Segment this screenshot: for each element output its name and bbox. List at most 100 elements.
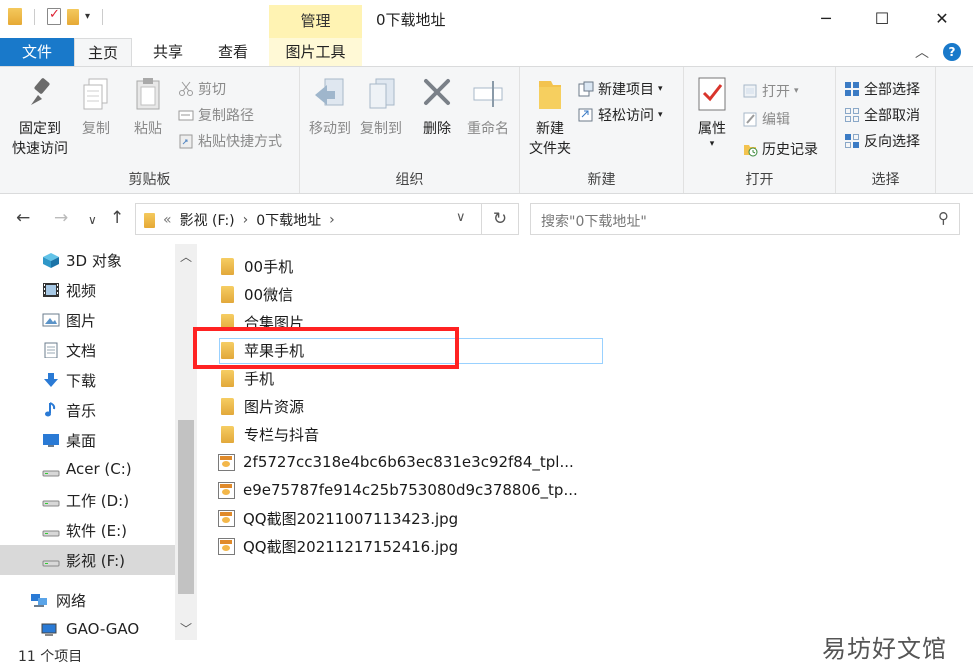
- new-folder-button[interactable]: 新建 文件夹: [526, 75, 574, 159]
- new-folder-icon[interactable]: [67, 8, 79, 25]
- nav-item-label: 音乐: [66, 402, 97, 420]
- close-button[interactable]: ✕: [913, 0, 971, 38]
- open-button[interactable]: 打开 ▾: [742, 81, 799, 101]
- scroll-up-icon[interactable]: ︿: [175, 248, 197, 265]
- tab-view[interactable]: 查看: [204, 38, 262, 66]
- tab-file[interactable]: 文件: [0, 38, 74, 66]
- file-item[interactable]: 2f5727cc318e4bc6b63ec831e3c92f84_tpl...: [218, 448, 574, 476]
- invert-selection-button[interactable]: 反向选择: [844, 131, 920, 151]
- nav-item[interactable]: 文档: [0, 335, 175, 365]
- scissors-icon: [178, 81, 194, 97]
- search-icon[interactable]: ⚲: [938, 209, 949, 227]
- new-folder-label-1: 新建: [536, 121, 564, 137]
- search-placeholder: 搜索"0下载地址": [541, 214, 647, 230]
- properties-button[interactable]: 属性 ▾: [690, 75, 734, 149]
- pin-quick-access-button[interactable]: 固定到 快速访问: [8, 75, 72, 159]
- move-to-icon: [313, 75, 347, 113]
- file-item[interactable]: e9e75787fe914c25b753080d9c378806_tp...: [218, 476, 578, 504]
- search-box[interactable]: 搜索"0下载地址" ⚲: [530, 203, 960, 235]
- nav-item[interactable]: 桌面: [0, 425, 175, 455]
- file-item[interactable]: QQ截图20211217152416.jpg: [218, 532, 458, 560]
- nav-item-label: 3D 对象: [66, 252, 122, 270]
- folder-item[interactable]: 图片资源: [218, 392, 304, 420]
- help-icon[interactable]: ?: [943, 43, 961, 61]
- delete-button[interactable]: 删除: [418, 75, 456, 139]
- customize-dropdown-icon[interactable]: ▾: [85, 11, 90, 22]
- nav-item[interactable]: 图片: [0, 305, 175, 335]
- select-none-button[interactable]: 全部取消: [844, 105, 920, 125]
- music-icon: [42, 402, 60, 418]
- nav-item[interactable]: GAO-GAO: [0, 615, 175, 645]
- copy-path-button[interactable]: 复制路径: [178, 105, 254, 125]
- nav-item[interactable]: Acer (C:): [0, 455, 175, 485]
- overflow-chevron-icon[interactable]: «: [163, 212, 172, 228]
- move-to-button[interactable]: 移动到: [306, 75, 354, 139]
- minimize-button[interactable]: ─: [797, 0, 855, 38]
- watermark: 易坊好文馆: [822, 635, 947, 663]
- up-arrow-icon[interactable]: ↑: [110, 208, 124, 228]
- nav-scrollbar[interactable]: ︿ ﹀: [175, 244, 197, 640]
- breadcrumb-drive[interactable]: 影视 (F:): [180, 210, 235, 230]
- copy-to-button[interactable]: 复制到: [356, 75, 406, 139]
- file-item[interactable]: QQ截图20211007113423.jpg: [218, 504, 458, 532]
- breadcrumb-folder[interactable]: 0下载地址: [256, 210, 321, 230]
- cut-button[interactable]: 剪切: [178, 79, 226, 99]
- nav-item[interactable]: 工作 (D:): [0, 485, 175, 515]
- recent-locations-chevron-icon[interactable]: ∨: [88, 213, 97, 227]
- delete-label: 删除: [423, 121, 451, 137]
- back-arrow-icon[interactable]: ←: [16, 208, 30, 228]
- refresh-icon[interactable]: ↻: [481, 204, 518, 234]
- paste-shortcut-label: 粘贴快捷方式: [198, 134, 282, 150]
- edit-button[interactable]: 编辑: [742, 109, 790, 129]
- tab-home[interactable]: 主页: [74, 38, 132, 66]
- history-label: 历史记录: [762, 142, 818, 158]
- chevron-right-icon[interactable]: ›: [329, 212, 335, 228]
- scrollbar-thumb[interactable]: [178, 420, 194, 594]
- folder-item[interactable]: 00微信: [218, 280, 293, 308]
- select-all-icon: [844, 81, 860, 97]
- paste-button[interactable]: 粘贴: [126, 75, 170, 139]
- item-name: 00微信: [244, 285, 294, 304]
- history-button[interactable]: 历史记录: [742, 139, 818, 159]
- properties-check-icon[interactable]: [47, 7, 61, 25]
- pin-label-1: 固定到: [19, 121, 61, 137]
- paste-shortcut-button[interactable]: 粘贴快捷方式: [178, 131, 282, 151]
- address-bar[interactable]: « 影视 (F:) › 0下载地址 › ∨ ↻: [135, 203, 519, 235]
- properties-label: 属性: [698, 121, 726, 137]
- folder-item[interactable]: 00手机: [218, 252, 293, 280]
- easy-access-button[interactable]: 轻松访问 ▾: [578, 105, 663, 125]
- highlight-annotation-box: [193, 327, 459, 369]
- folder-item[interactable]: 专栏与抖音: [218, 420, 319, 448]
- forward-arrow-icon[interactable]: →: [54, 208, 68, 228]
- nav-item[interactable]: 下载: [0, 365, 175, 395]
- nav-item[interactable]: 软件 (E:): [0, 515, 175, 545]
- nav-item[interactable]: 网络: [0, 585, 175, 615]
- tab-manage[interactable]: 管理: [269, 5, 362, 38]
- copy-label: 复制: [82, 121, 110, 137]
- folder-icon: [221, 285, 234, 303]
- window-title: 0下载地址: [376, 11, 446, 29]
- item-name: QQ截图20211007113423.jpg: [243, 509, 459, 528]
- nav-item[interactable]: 音乐: [0, 395, 175, 425]
- select-all-button[interactable]: 全部选择: [844, 79, 920, 99]
- chevron-right-icon[interactable]: ›: [243, 212, 249, 228]
- address-dropdown-icon[interactable]: ∨: [456, 210, 466, 225]
- image-file-icon: [218, 481, 235, 499]
- select-none-icon: [844, 107, 860, 123]
- dropdown-caret-icon: ▾: [709, 139, 715, 149]
- cube-icon: [42, 252, 60, 268]
- maximize-button[interactable]: ☐: [853, 0, 911, 38]
- nav-item[interactable]: 3D 对象: [0, 245, 175, 275]
- scroll-down-icon[interactable]: ﹀: [175, 620, 197, 637]
- copy-button[interactable]: 复制: [76, 75, 116, 139]
- nav-item-label: 下载: [66, 372, 97, 390]
- tab-picture-tools[interactable]: 图片工具: [269, 38, 362, 66]
- nav-item[interactable]: 视频: [0, 275, 175, 305]
- collapse-ribbon-icon[interactable]: ︿: [915, 42, 929, 62]
- tab-share[interactable]: 共享: [140, 38, 196, 66]
- new-folder-label-2: 文件夹: [529, 141, 571, 157]
- dropdown-caret-icon: ▾: [658, 84, 663, 94]
- rename-button[interactable]: 重命名: [462, 75, 514, 139]
- new-item-button[interactable]: 新建项目 ▾: [578, 79, 663, 99]
- nav-item[interactable]: 影视 (F:): [0, 545, 175, 575]
